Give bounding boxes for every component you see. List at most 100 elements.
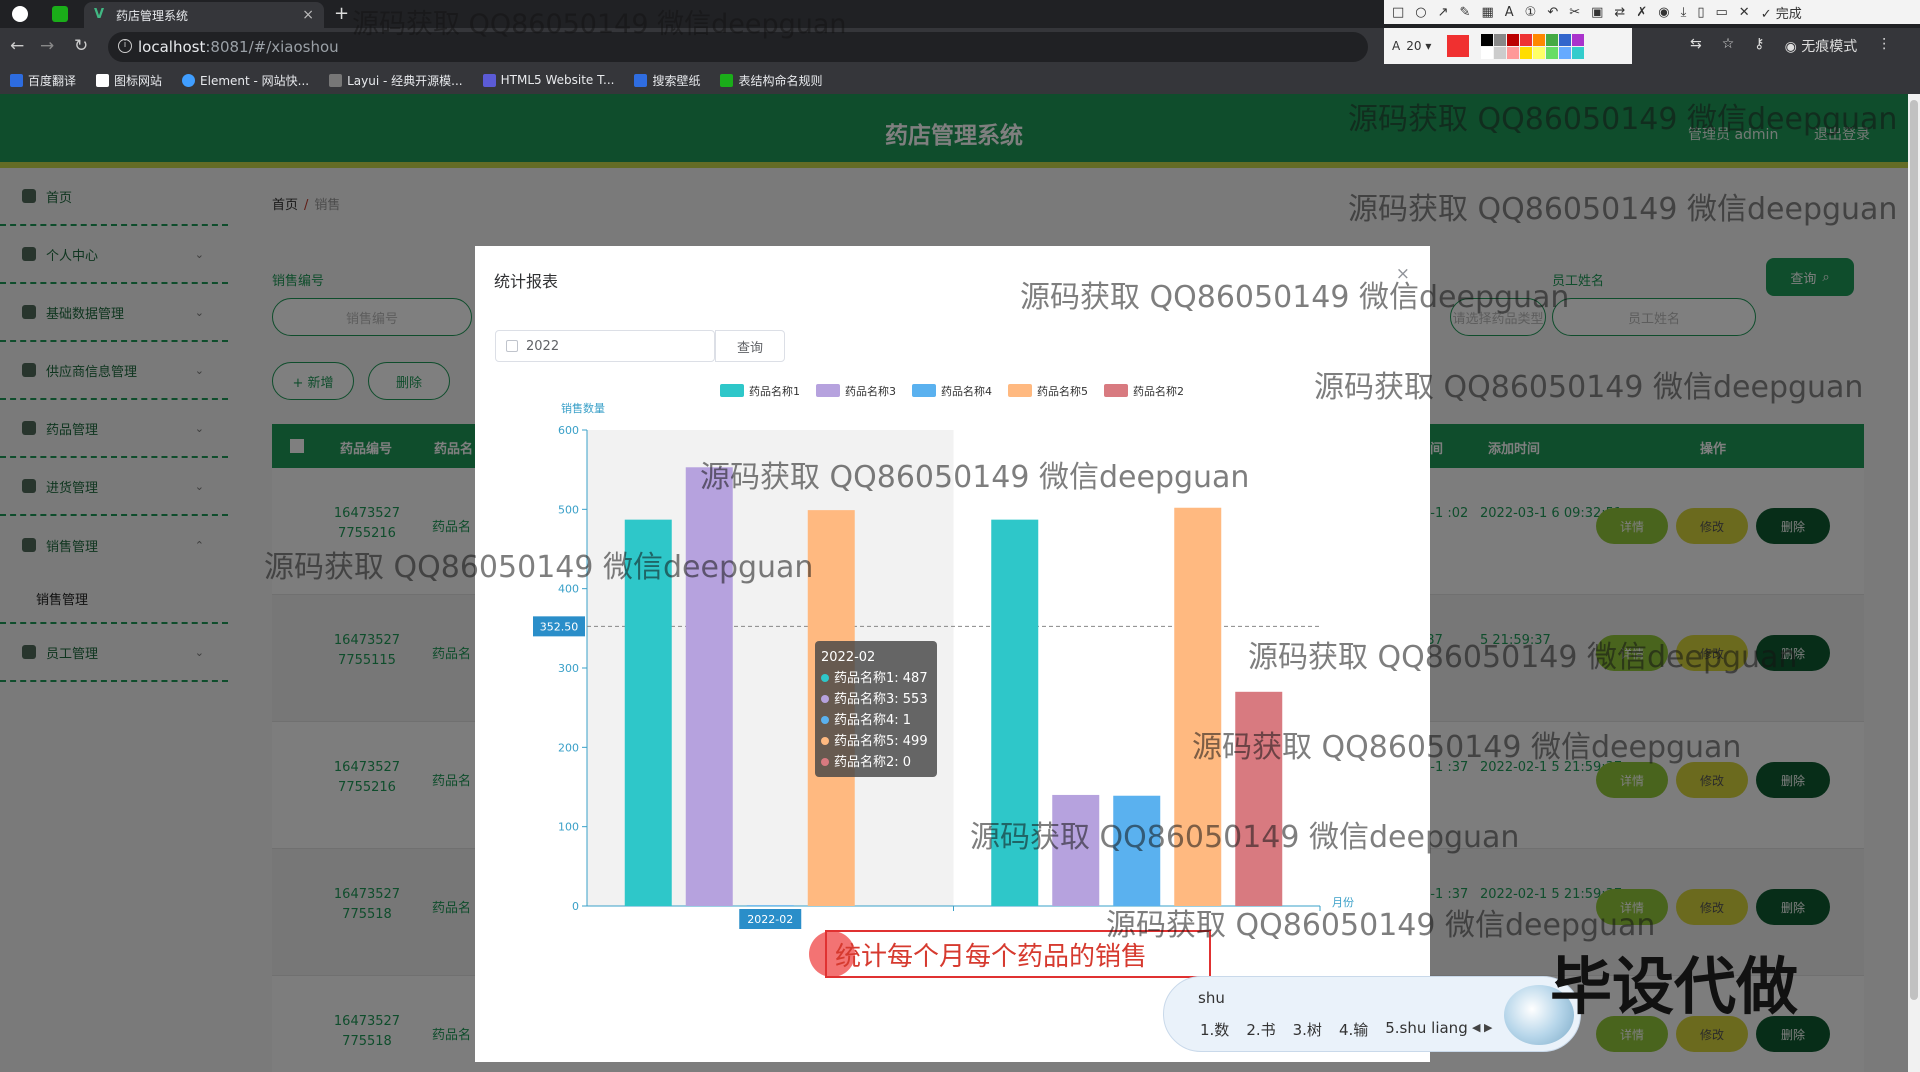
download-icon[interactable]: ⤓: [1681, 5, 1687, 20]
legend-dot-icon: [821, 716, 829, 724]
watermark: 源码获取 QQ86050149 微信deepguan: [1348, 192, 1898, 227]
arrow-tool-icon[interactable]: ↗: [1438, 5, 1449, 20]
ime-page-arrows-icon[interactable]: ◀ ▶: [1472, 1021, 1492, 1034]
tab-active[interactable]: V 药店管理系统 ×: [84, 2, 324, 28]
tooltip-text: 药品名称2: 0: [834, 755, 912, 770]
dialog-query-label: 查询: [736, 340, 763, 356]
bookmark-label: HTML5 Website T...: [500, 73, 615, 87]
tooltip-line: 药品名称4: 1: [821, 710, 931, 731]
legend-label: 药品名称1: [749, 384, 800, 398]
ocr-icon[interactable]: ▣: [1591, 5, 1603, 20]
bookmark-item[interactable]: 搜索壁纸: [634, 72, 700, 89]
bookmark-item[interactable]: 图标网站: [96, 72, 162, 89]
fix-icon[interactable]: ✗: [1636, 5, 1647, 20]
new-tab-icon[interactable]: +: [334, 3, 349, 24]
bookmark-item[interactable]: 百度翻译: [10, 72, 76, 89]
ime-candidates: 1.数 2.书 3.树 4.输 5.shu liang: [1200, 1019, 1468, 1040]
dialog-title: 统计报表: [494, 272, 559, 291]
y-tick-label: 200: [558, 741, 579, 754]
tooltip-text: 药品名称1: 487: [834, 671, 928, 686]
legend-label: 药品名称3: [845, 384, 896, 398]
legend-label: 药品名称5: [1037, 384, 1088, 398]
ime-candidate[interactable]: 5.shu liang: [1385, 1019, 1467, 1040]
font-size-value: 20: [1406, 39, 1422, 53]
url-host: localhost: [138, 38, 206, 56]
y-axis-title: 销售数量: [561, 401, 605, 415]
watermark: 源码获取 QQ86050149 微信deepguan: [970, 820, 1520, 855]
tooltip-line: 药品名称5: 499: [821, 731, 931, 752]
site-info-icon[interactable]: i: [118, 39, 132, 53]
bookmark-item[interactable]: HTML5 Website T...: [482, 73, 615, 87]
legend-swatch: [1008, 384, 1032, 397]
bookmark-label: Layui - 经典开源模...: [347, 73, 463, 88]
watermark: 源码获取 QQ86050149 微信deepguan: [264, 550, 814, 585]
close-annot-icon[interactable]: ✕: [1739, 5, 1750, 20]
bar: [685, 467, 733, 906]
scrollbar-thumb[interactable]: [1910, 100, 1918, 1000]
bookmark-label: Element - 网站快...: [200, 73, 310, 88]
tooltip-line: 药品名称3: 553: [821, 689, 931, 710]
done-button[interactable]: ✓ 完成: [1761, 3, 1802, 22]
bookmark-item[interactable]: Element - 网站快...: [182, 72, 309, 89]
save-icon[interactable]: ▭: [1715, 5, 1727, 20]
bookmark-star-icon[interactable]: ☆: [1722, 36, 1735, 56]
y-tick-label: 300: [558, 662, 579, 675]
bookmarks-bar: 百度翻译 图标网站 Element - 网站快... Layui - 经典开源模…: [0, 66, 1920, 94]
current-color-swatch[interactable]: [1447, 35, 1470, 57]
record-icon[interactable]: ◉: [1658, 5, 1669, 20]
tab-title: 药店管理系统: [116, 8, 189, 23]
pin-icon[interactable]: ✂: [1569, 5, 1580, 20]
bookmark-item[interactable]: Layui - 经典开源模...: [329, 72, 463, 89]
key-icon[interactable]: ⚷: [1754, 36, 1764, 56]
watermark: 源码获取 QQ86050149 微信deepguan: [1348, 102, 1898, 137]
translate-icon[interactable]: ⇄: [1614, 5, 1625, 20]
element-bookmark-icon: [182, 73, 196, 87]
vue-icon: V: [94, 7, 105, 22]
mosaic-tool-icon[interactable]: ▦: [1481, 5, 1493, 20]
incognito-label: 无痕模式: [1801, 39, 1858, 55]
ime-candidate[interactable]: 1.数: [1200, 1019, 1229, 1040]
bookmark-label: 图标网站: [114, 73, 163, 88]
reload-icon[interactable]: ↻: [74, 36, 88, 56]
ime-candidate-window: shu 1.数 2.书 3.树 4.输 5.shu liang ◀ ▶: [1163, 976, 1581, 1052]
menu-icon[interactable]: ⋮: [1877, 36, 1891, 56]
tooltip-title: 2022-02: [821, 650, 876, 665]
number-tool-icon[interactable]: ①: [1525, 5, 1537, 20]
back-icon[interactable]: ←: [10, 36, 24, 56]
legend-label: 药品名称4: [941, 384, 992, 398]
flag-bookmark-icon: [96, 73, 110, 87]
y-tick-label: 0: [572, 900, 579, 913]
browser-app-icon[interactable]: [12, 6, 28, 22]
calendar-icon: [506, 340, 518, 352]
incognito-icon: ◉: [1784, 39, 1797, 55]
year-value: 2022: [526, 338, 560, 354]
bookmark-item[interactable]: 表结构命名规则: [720, 72, 822, 89]
tooltip-text: 药品名称4: 1: [834, 713, 912, 728]
forward-icon[interactable]: →: [40, 36, 54, 56]
ime-candidate[interactable]: 2.书: [1246, 1019, 1275, 1040]
incognito-badge[interactable]: ◉ 无痕模式: [1785, 36, 1858, 56]
page-scrollbar[interactable]: [1908, 94, 1920, 1072]
tooltip-line: 药品名称2: 0: [821, 752, 931, 773]
html5-bookmark-icon: [482, 73, 496, 87]
tab-close-icon[interactable]: ×: [302, 7, 314, 23]
translate-page-icon[interactable]: ⇆: [1690, 36, 1702, 56]
ime-candidate[interactable]: 4.输: [1339, 1019, 1368, 1040]
watermark: 源码获取 QQ86050149 微信deepguan: [1192, 730, 1742, 765]
text-tool-icon[interactable]: A: [1505, 5, 1514, 20]
rect-tool-icon[interactable]: □: [1392, 5, 1404, 20]
phone-icon[interactable]: ▯: [1697, 5, 1704, 20]
ime-candidate[interactable]: 3.树: [1293, 1019, 1322, 1040]
pen-tool-icon[interactable]: ✎: [1460, 5, 1471, 20]
promo-text: 毕设代做: [1550, 950, 1799, 1023]
pinned-tab-icon[interactable]: [52, 6, 68, 22]
watermark: 源码获取 QQ86050149 微信deepguan: [1248, 640, 1798, 675]
undo-icon[interactable]: ↶: [1547, 5, 1558, 20]
ellipse-tool-icon[interactable]: ○: [1415, 5, 1426, 20]
layui-bookmark-icon: [329, 73, 343, 87]
crosshair-label: 352.50: [540, 620, 579, 633]
color-palette[interactable]: [1481, 33, 1585, 59]
done-label: 完成: [1775, 6, 1802, 22]
font-size-select[interactable]: 20 ▾: [1406, 39, 1431, 53]
legend-swatch: [1104, 384, 1128, 397]
